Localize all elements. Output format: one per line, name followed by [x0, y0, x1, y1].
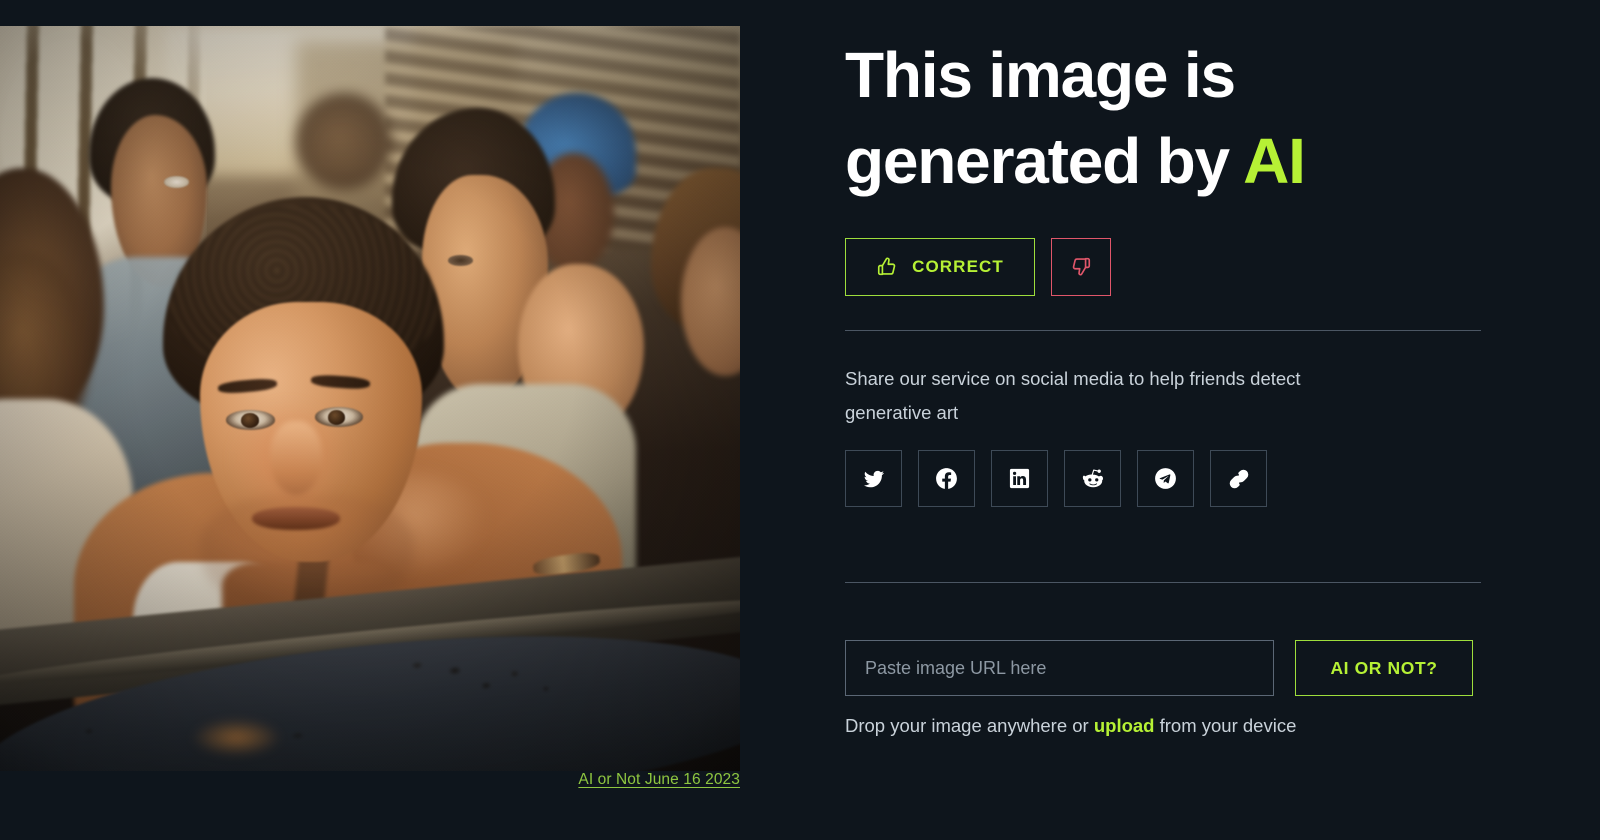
drop-prefix: Drop your image anywhere or [845, 715, 1094, 736]
correct-button[interactable]: CORRECT [845, 238, 1035, 296]
image-url-input[interactable] [845, 640, 1274, 696]
image-source-link[interactable]: AI or Not June 16 2023 [578, 771, 740, 789]
thumbs-up-icon [876, 256, 898, 278]
feedback-buttons: CORRECT [845, 238, 1111, 296]
facebook-icon [934, 466, 959, 491]
headline-accent: AI [1243, 125, 1306, 197]
upload-link[interactable]: upload [1094, 715, 1155, 736]
share-facebook-button[interactable] [918, 450, 975, 507]
ai-detection-result-page: AI or Not June 16 2023 This image is gen… [0, 0, 1600, 840]
drop-instructions: Drop your image anywhere or upload from … [845, 712, 1296, 740]
share-reddit-button[interactable] [1064, 450, 1121, 507]
share-twitter-button[interactable] [845, 450, 902, 507]
ai-or-not-submit-button[interactable]: AI OR NOT? [1295, 640, 1473, 696]
reddit-icon [1081, 467, 1105, 491]
wrong-button[interactable] [1051, 238, 1111, 296]
share-telegram-button[interactable] [1137, 450, 1194, 507]
drop-suffix: from your device [1154, 715, 1297, 736]
twitter-icon [862, 467, 886, 491]
thumbs-down-icon [1070, 255, 1092, 280]
headline-line-1: This image is [845, 39, 1236, 111]
upload-row: AI OR NOT? [845, 640, 1473, 696]
image-caption-row: AI or Not June 16 2023 [0, 771, 740, 789]
verdict-headline: This image is generated by AI [845, 32, 1485, 204]
copy-link-button[interactable] [1210, 450, 1267, 507]
divider-bottom [845, 582, 1481, 583]
correct-button-label: CORRECT [912, 257, 1004, 276]
headline-line-2: generated by [845, 125, 1244, 197]
analyzed-image-panel [0, 26, 740, 771]
social-share-row [845, 450, 1267, 507]
share-linkedin-button[interactable] [991, 450, 1048, 507]
telegram-icon [1153, 466, 1178, 491]
divider-top [845, 330, 1481, 331]
share-description: Share our service on social media to hel… [845, 368, 1301, 423]
result-content-panel: This image is generated by AI CORRECT Sh… [845, 0, 1481, 840]
link-icon [1227, 467, 1251, 491]
analyzed-image [0, 26, 740, 771]
linkedin-icon [1008, 467, 1031, 490]
